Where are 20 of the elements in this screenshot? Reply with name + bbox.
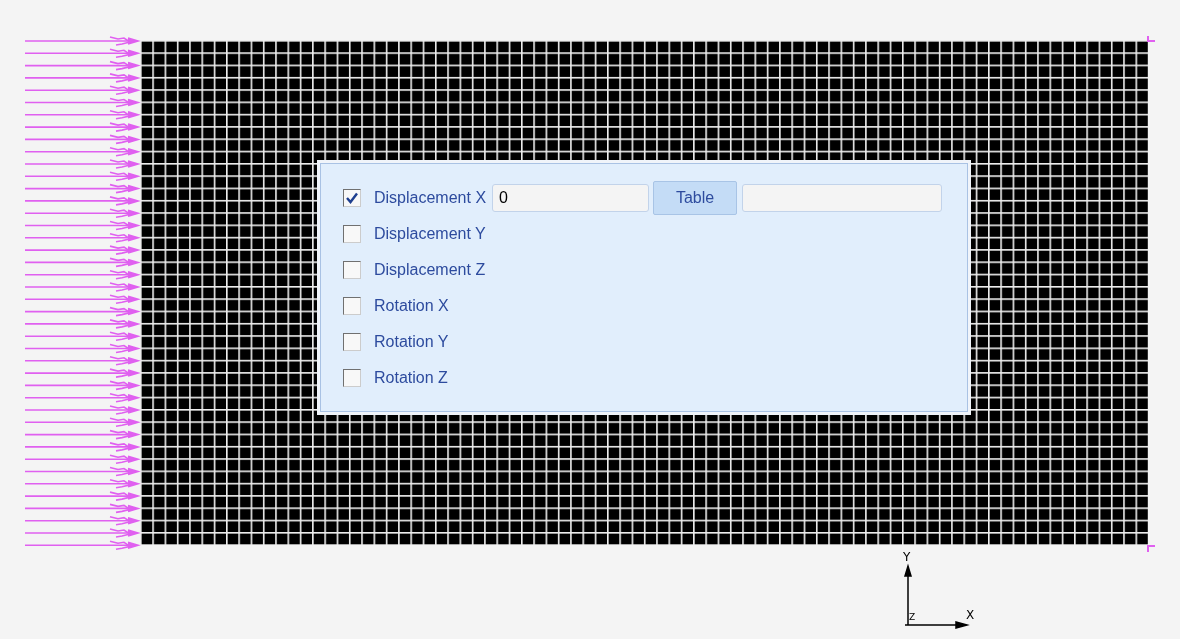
constraint-label: Displacement X: [374, 189, 487, 207]
y-axis-label: Y: [903, 550, 911, 564]
x-axis-label: X: [966, 608, 975, 622]
constraint-label: Rotation Z: [374, 369, 448, 387]
input-field[interactable]: [742, 184, 943, 212]
value-field[interactable]: 0: [492, 184, 650, 212]
constraint-label: Displacement Y: [374, 225, 486, 243]
checkbox[interactable]: [343, 297, 361, 315]
z-axis-label: Z: [909, 612, 916, 622]
constraint-label: Displacement Z: [374, 261, 486, 279]
table-button[interactable]: Table: [653, 181, 738, 215]
checkbox[interactable]: [343, 189, 361, 207]
checkbox[interactable]: [343, 261, 361, 279]
checkbox[interactable]: [343, 333, 361, 351]
constraint-label: Rotation X: [374, 297, 449, 315]
corner-marker-icon: [1147, 545, 1156, 553]
corner-marker-icon: [1147, 35, 1156, 42]
checkbox[interactable]: [343, 225, 361, 243]
constraint-label: Rotation Y: [374, 333, 449, 351]
checkbox[interactable]: [343, 369, 361, 387]
